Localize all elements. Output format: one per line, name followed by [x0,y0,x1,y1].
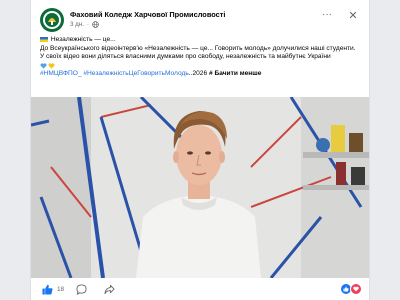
post-line-1: Незалежність — це... [40,36,362,45]
video-frame [31,97,369,278]
post-footer: 18 [31,279,369,300]
share-button[interactable] [102,283,116,297]
reaction-summary[interactable] [340,283,362,295]
close-button[interactable]: ✕ [346,9,360,23]
post-line-2: До Всеукраїнського відеоінтерв'ю «Незале… [40,44,356,52]
hashtag-link-2[interactable]: #НезалежністьЦеГоворитьМолодь [83,70,188,77]
college-logo-icon [43,11,61,29]
see-less-button[interactable]: # Бачити менше [209,70,261,77]
hashtag-link-1[interactable]: #НМЦВФПО_ [40,70,82,77]
ukraine-flag-icon [40,36,48,42]
page-name-link[interactable]: Фаховий Коледж Харчової Промисловості [70,10,225,19]
video-player[interactable] [31,97,369,278]
post-line-3: У своїх відео вони діляться власними дум… [40,53,331,61]
comment-icon [76,284,87,295]
globe-icon [92,21,99,28]
post-header: Фаховий Коледж Харчової Промисловості 3 … [40,8,362,34]
hearts-emoji-row [40,63,362,69]
comment-button[interactable] [74,283,88,297]
love-reaction-icon [350,283,362,295]
blue-heart-icon [40,63,47,69]
more-options-button[interactable]: ··· [320,10,334,22]
page-avatar[interactable] [40,8,64,32]
post-time[interactable]: 3 дн. [70,21,84,28]
facebook-post-card: Фаховий Коледж Харчової Промисловості 3 … [30,0,370,300]
thumbs-up-icon [41,284,53,295]
like-button[interactable] [40,283,54,297]
post-text: Незалежність — це... До Всеукраїнського … [40,36,362,78]
like-count[interactable]: 18 [57,286,64,293]
yellow-heart-icon [48,63,55,69]
hashtag-tail: ..2026 [188,69,208,77]
share-icon [104,284,115,295]
hashtags-line: #НМЦВФПО_ #НезалежністьЦеГоворитьМолодь.… [40,70,362,79]
post-meta: 3 дн. · [70,21,99,28]
